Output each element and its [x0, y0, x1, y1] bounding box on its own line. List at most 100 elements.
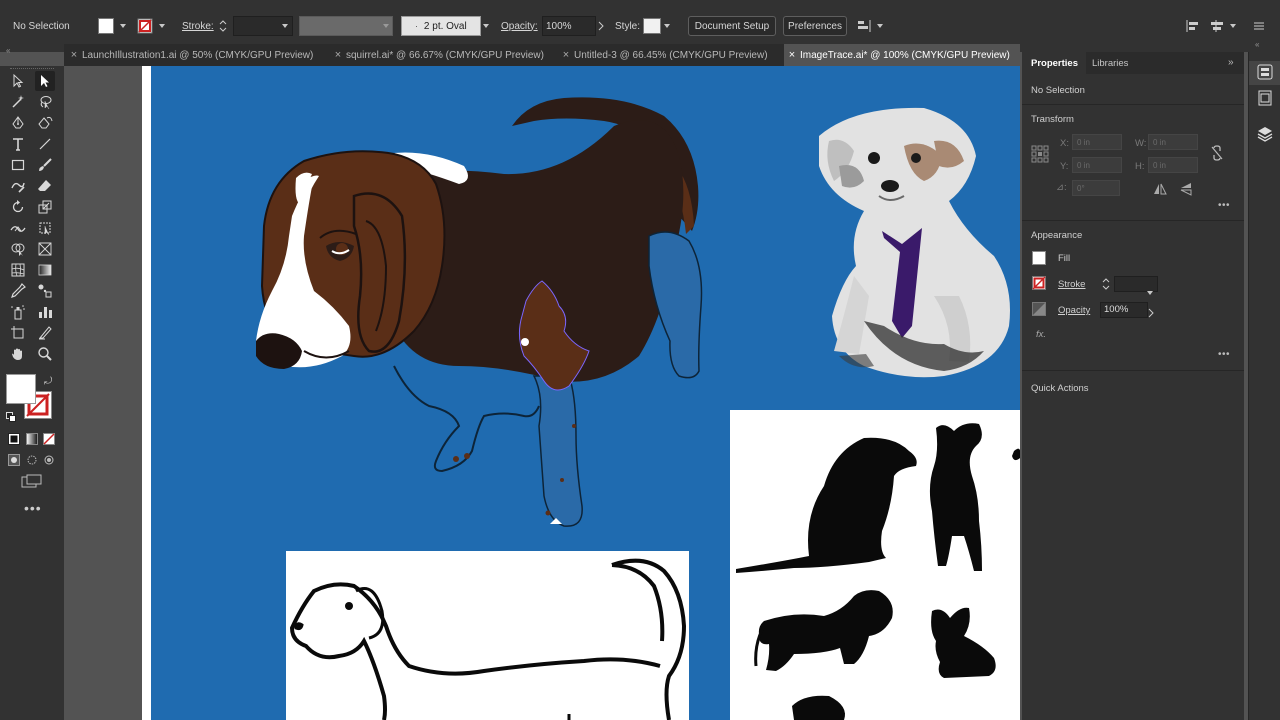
toolbar-grip[interactable]	[10, 68, 54, 70]
expand-panels-icon[interactable]: «	[1255, 40, 1259, 49]
stroke-label[interactable]: Stroke	[1058, 279, 1085, 290]
collapse-panel-icon[interactable]: »	[1228, 57, 1234, 68]
panel-menu-icon[interactable]	[1253, 16, 1265, 36]
close-icon[interactable]: ×	[330, 49, 346, 61]
reference-point-icon[interactable]	[1031, 145, 1049, 168]
gradient-tool-icon[interactable]	[35, 260, 55, 280]
constrain-proportions-icon[interactable]	[1210, 145, 1224, 166]
opacity-expand-chevron-icon[interactable]	[598, 16, 604, 36]
gradient-mode-icon[interactable]	[26, 432, 38, 450]
stroke-swatch[interactable]	[137, 16, 153, 36]
opacity-field[interactable]: 100%	[542, 16, 596, 36]
silhouettes-panel[interactable]	[730, 410, 1020, 720]
style-swatch[interactable]	[643, 16, 661, 36]
opacity-field[interactable]: 100%	[1100, 302, 1148, 318]
direct-selection-tool-icon[interactable]	[35, 71, 55, 91]
more-options-icon[interactable]: •••	[1218, 349, 1230, 360]
rectangle-tool-icon[interactable]	[8, 155, 28, 175]
fill-swatch[interactable]	[98, 16, 114, 36]
align-icon[interactable]	[1185, 16, 1201, 36]
fill-dropdown-chevron-icon[interactable]	[120, 16, 126, 36]
tab-squirrel[interactable]: × squirrel.ai* @ 66.67% (CMYK/GPU Previe…	[330, 44, 556, 66]
magic-wand-tool-icon[interactable]	[8, 92, 28, 112]
none-mode-icon[interactable]	[43, 432, 55, 450]
collapse-toolbar-icon[interactable]: «	[6, 46, 10, 55]
symbol-sprayer-tool-icon[interactable]	[8, 302, 28, 322]
preferences-button[interactable]: Preferences	[783, 16, 847, 36]
arrange-chevron-icon[interactable]	[877, 16, 883, 36]
transform-chevron-icon[interactable]	[1230, 16, 1236, 36]
opacity-label[interactable]: Opacity	[1058, 305, 1090, 316]
stroke-weight-field[interactable]	[233, 16, 293, 36]
eyedropper-tool-icon[interactable]	[8, 281, 28, 301]
edit-toolbar-more-icon[interactable]: •••	[24, 500, 42, 516]
perspective-grid-tool-icon[interactable]	[35, 239, 55, 259]
close-icon[interactable]: ×	[66, 49, 82, 61]
shaper-tool-icon[interactable]	[8, 176, 28, 196]
flip-horizontal-icon[interactable]	[1153, 182, 1167, 200]
flip-vertical-icon[interactable]	[1180, 182, 1192, 201]
paintbrush-tool-icon[interactable]	[35, 155, 55, 175]
fx-icon[interactable]: fx.	[1036, 329, 1046, 340]
opacity-expand-chevron-icon[interactable]	[1148, 305, 1154, 323]
lasso-tool-icon[interactable]	[35, 92, 55, 112]
stroke-swatch[interactable]	[1032, 276, 1046, 295]
document-canvas[interactable]	[64, 66, 1020, 720]
screen-mode-icon[interactable]	[21, 474, 43, 493]
x-field[interactable]: 0 in	[1072, 134, 1122, 150]
stroke-weight-stepper[interactable]	[1101, 276, 1111, 297]
tab-properties[interactable]: Properties	[1031, 58, 1078, 69]
eraser-tool-icon[interactable]	[35, 176, 55, 196]
lineart-panel[interactable]	[286, 551, 689, 720]
document-setup-button[interactable]: Document Setup	[688, 16, 776, 36]
brush-dropdown-chevron-icon[interactable]	[483, 16, 489, 36]
tab-launch-illustration[interactable]: × LaunchIllustration1.ai @ 50% (CMYK/GPU…	[66, 44, 328, 66]
stroke-dropdown-chevron-icon[interactable]	[159, 16, 165, 36]
fill-color-box-front[interactable]	[6, 374, 36, 404]
blend-tool-icon[interactable]	[35, 281, 55, 301]
draw-behind-icon[interactable]	[26, 453, 38, 471]
color-mode-icon[interactable]	[8, 432, 20, 450]
arrange-documents-icon[interactable]	[857, 16, 873, 36]
zoom-tool-icon[interactable]	[35, 344, 55, 364]
draw-inside-icon[interactable]	[43, 453, 55, 471]
width-tool-icon[interactable]	[8, 218, 28, 238]
type-tool-icon[interactable]	[8, 134, 28, 154]
line-segment-tool-icon[interactable]	[35, 134, 55, 154]
mesh-tool-icon[interactable]	[8, 260, 28, 280]
hand-tool-icon[interactable]	[8, 344, 28, 364]
slice-tool-icon[interactable]	[35, 323, 55, 343]
tab-untitled-3[interactable]: × Untitled-3 @ 66.45% (CMYK/GPU Preview)	[558, 44, 782, 66]
pen-tool-icon[interactable]	[8, 113, 28, 133]
variable-width-profile[interactable]	[299, 16, 393, 36]
rotate-field[interactable]: 0°	[1072, 180, 1120, 196]
more-options-icon[interactable]: •••	[1218, 200, 1230, 211]
style-dropdown-chevron-icon[interactable]	[664, 16, 670, 36]
scale-tool-icon[interactable]	[35, 197, 55, 217]
fill-swatch[interactable]	[1032, 251, 1046, 265]
artboard-tool-icon[interactable]	[8, 323, 28, 343]
transform-align-icon[interactable]	[1210, 16, 1228, 36]
close-icon[interactable]: ×	[558, 49, 574, 61]
y-field[interactable]: 0 in	[1072, 157, 1122, 173]
brush-definition-field[interactable]: · 2 pt. Oval	[401, 16, 481, 36]
draw-normal-icon[interactable]	[8, 453, 20, 471]
default-fill-stroke-icon[interactable]	[6, 409, 16, 422]
swap-fill-stroke-icon[interactable]: ⤾	[44, 376, 52, 387]
rotate-tool-icon[interactable]	[8, 197, 28, 217]
layers-icon[interactable]	[1257, 126, 1273, 147]
stroke-weight-stepper[interactable]	[218, 16, 228, 36]
tab-libraries[interactable]: Libraries	[1092, 58, 1128, 69]
tab-image-trace[interactable]: × ImageTrace.ai* @ 100% (CMYK/GPU Previe…	[784, 44, 1020, 66]
shape-builder-tool-icon[interactable]	[8, 239, 28, 259]
libraries-icon[interactable]	[1257, 90, 1273, 111]
w-field[interactable]: 0 in	[1148, 134, 1198, 150]
column-graph-tool-icon[interactable]	[35, 302, 55, 322]
free-transform-tool-icon[interactable]	[35, 218, 55, 238]
close-icon[interactable]: ×	[784, 49, 800, 61]
h-field[interactable]: 0 in	[1148, 157, 1198, 173]
selection-tool-icon[interactable]	[8, 71, 28, 91]
chevron-down-icon[interactable]	[1147, 282, 1153, 300]
curvature-tool-icon[interactable]	[35, 113, 55, 133]
stroke-label[interactable]: Stroke:	[182, 16, 214, 36]
